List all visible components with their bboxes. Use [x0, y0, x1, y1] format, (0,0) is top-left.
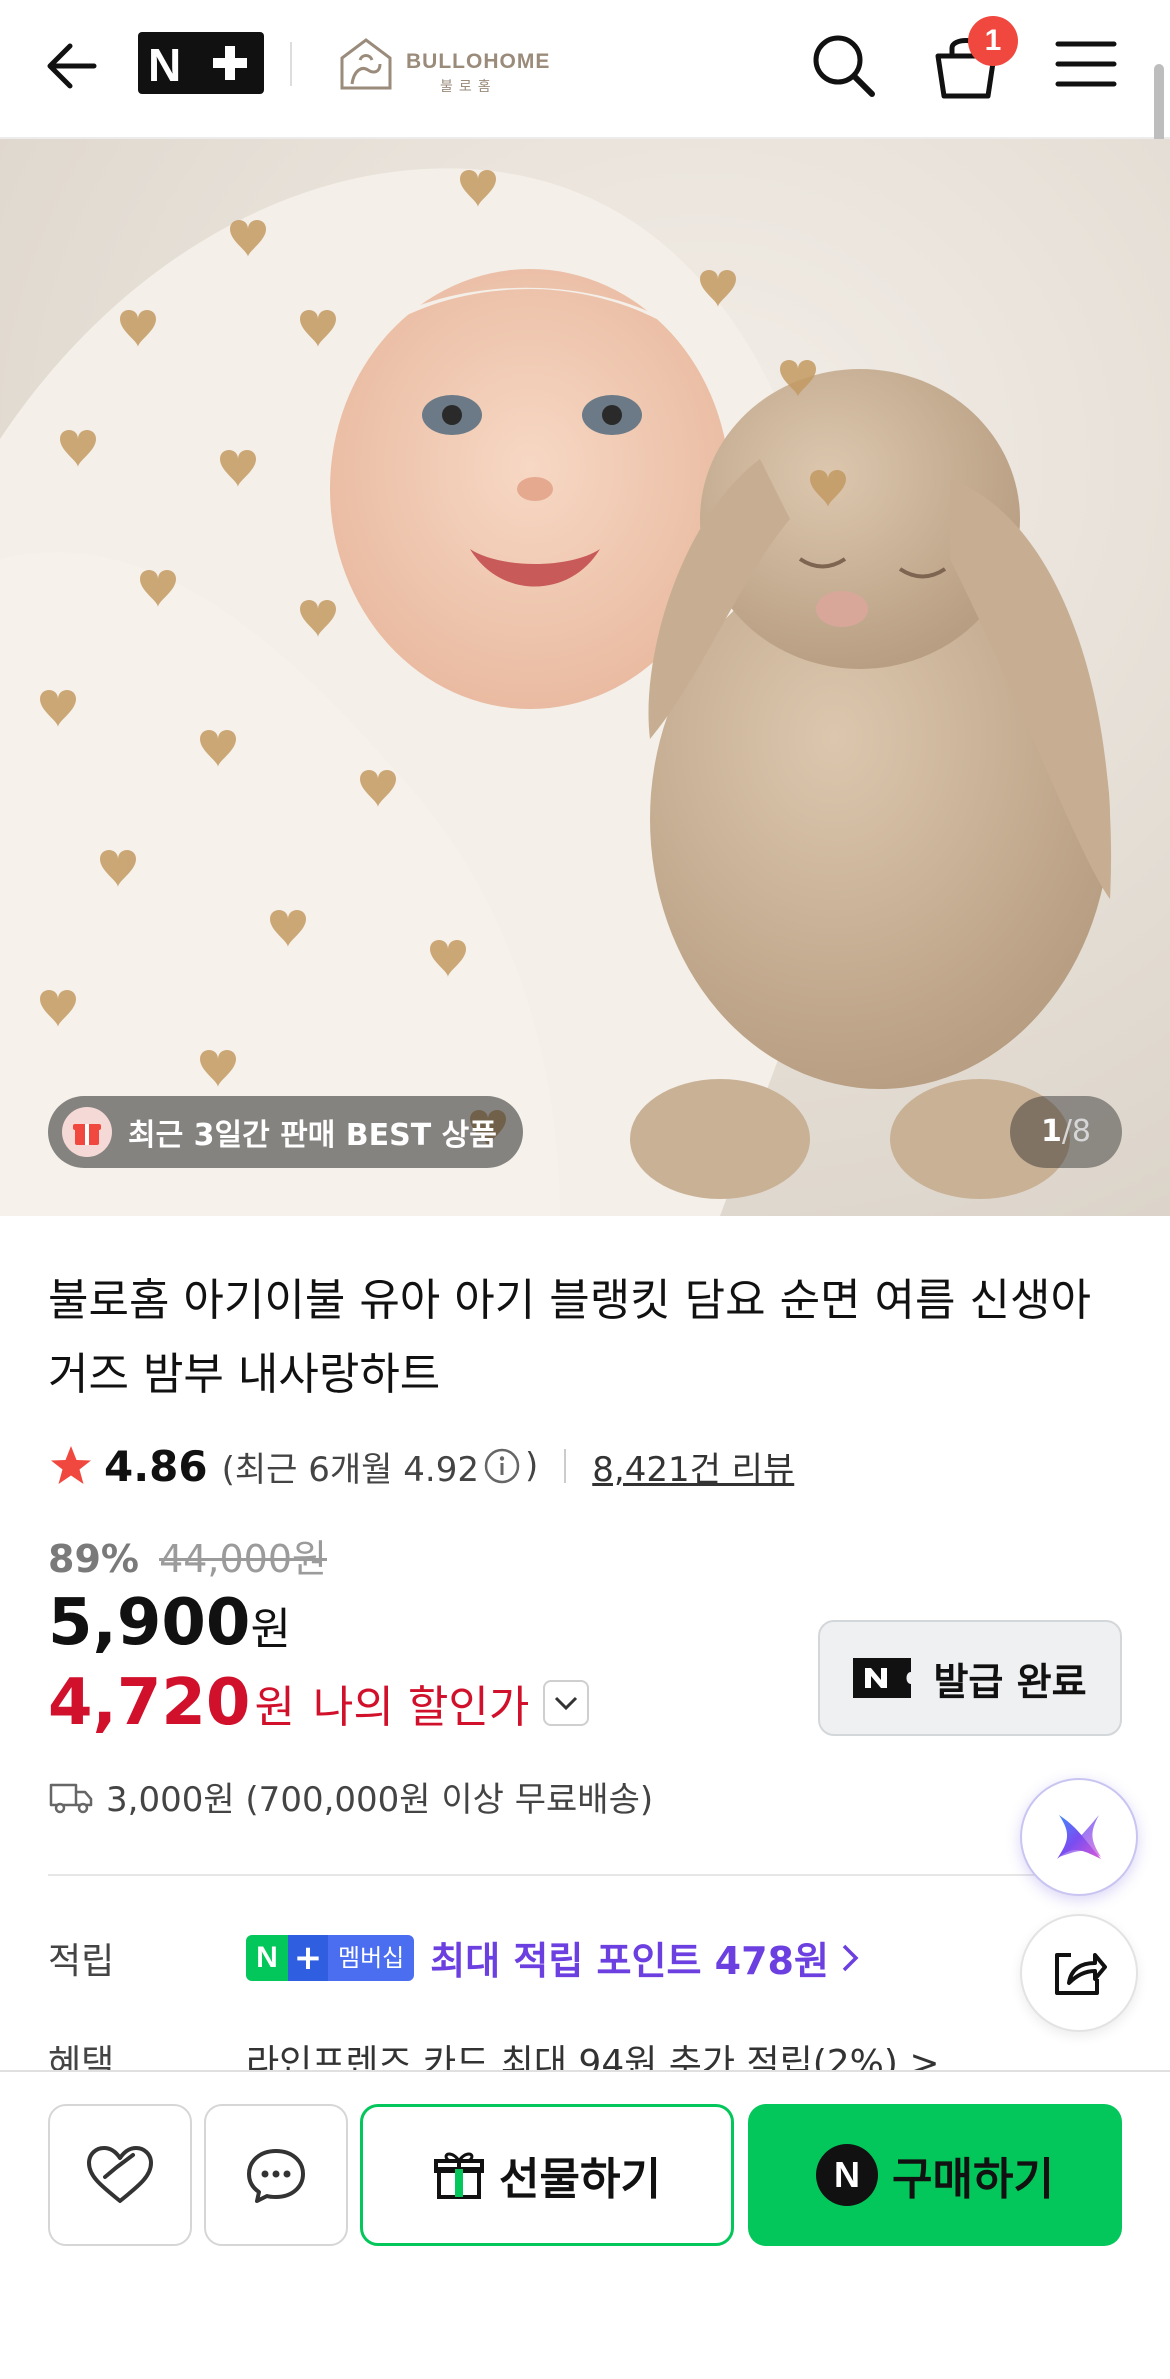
brand-house-icon	[340, 38, 392, 90]
coupon-status-label: 발급 완료	[933, 1659, 1087, 1704]
plus-icon	[204, 38, 256, 88]
coupon-issued-button[interactable]: 발급 완료	[818, 1620, 1122, 1736]
max-points-text: 최대 적립 포인트 478원	[430, 1939, 829, 1983]
my-discount-label: 나의 할인가	[312, 1682, 530, 1733]
brand-logo[interactable]: BULLOHOME 불로홈	[336, 30, 549, 98]
wishlist-button[interactable]	[48, 2104, 192, 2246]
top-header: N BULLOHOME 불로홈 1	[0, 0, 1170, 244]
product-photo	[0, 139, 1170, 1216]
review-count-link[interactable]: 8,421건 리뷰	[592, 1442, 794, 1491]
original-price: 44,000원	[159, 1537, 327, 1581]
nplus-logo-letter: N	[148, 39, 182, 91]
arrow-left-icon	[47, 43, 97, 89]
naver-plus-store-logo[interactable]: N	[138, 32, 264, 94]
points-row[interactable]: N + 멤버십 최대 적립 포인트 478원	[246, 1930, 863, 1985]
info-icon[interactable]	[483, 1447, 521, 1485]
shipping-info: 3,000원 (700,000원 이상 무료배송)	[48, 1772, 653, 1821]
shipping-text: 3,000원 (700,000원 이상 무료배송)	[106, 1780, 654, 1820]
bottom-action-bar: 선물하기 N 구매하기	[0, 2070, 1170, 2379]
gift-button[interactable]: 선물하기	[360, 2104, 734, 2246]
star-icon	[51, 1446, 91, 1484]
points-label: 적립	[48, 1941, 115, 1982]
discount-percent: 89%	[48, 1537, 139, 1581]
ai-assistant-button[interactable]	[1020, 1778, 1138, 1896]
discount-row: 89% 44,000원	[48, 1528, 327, 1583]
recent-rating-text: (최근 6개월 4.92	[221, 1449, 479, 1490]
membership-text: 멤버십	[328, 1934, 415, 1981]
best-seller-text: 최근 3일간 판매 BEST 상품	[128, 1118, 497, 1153]
share-button[interactable]	[1020, 1914, 1138, 2032]
recent-rating: (최근 6개월 4.92 )	[222, 1442, 539, 1491]
page-current: 1	[1040, 1114, 1062, 1149]
talktalk-inquiry-button[interactable]	[204, 2104, 348, 2246]
rating-value: 4.86	[104, 1441, 208, 1491]
my-discount-price: 4,720	[48, 1666, 251, 1740]
my-discount-price-unit: 원	[254, 1682, 295, 1733]
rating-row: 4.86 (최근 6개월 4.92 ) 8,421건 리뷰	[48, 1438, 794, 1494]
gift-icon	[62, 1107, 112, 1157]
menu-icon	[1055, 41, 1117, 87]
gift-box-icon	[434, 2152, 485, 2199]
share-icon	[1055, 1953, 1107, 1995]
buy-button-label: 구매하기	[892, 2154, 1054, 2205]
chevron-right-icon	[842, 1944, 859, 1971]
naver-plus-membership-badge: N + 멤버십	[246, 1934, 415, 1981]
price-row: 5,900원	[48, 1586, 291, 1660]
image-page-indicator: 1/8	[1010, 1096, 1122, 1168]
my-discount-price-row[interactable]: 4,720 원 나의 할인가	[48, 1666, 590, 1740]
gift-button-label: 선물하기	[499, 2154, 661, 2205]
price-detail-toggle[interactable]	[543, 1680, 590, 1726]
brand-name: BULLOHOME	[406, 50, 551, 73]
buy-button[interactable]: N 구매하기	[748, 2104, 1122, 2246]
menu-button[interactable]	[1054, 34, 1118, 94]
page-total: /8	[1061, 1114, 1092, 1149]
chat-bubble-icon	[247, 2149, 305, 2203]
naver-pay-n-icon: N	[816, 2144, 879, 2206]
membership-plus: +	[288, 1934, 328, 1981]
chevron-down-icon	[555, 1696, 578, 1711]
product-title: 불로홈 아기이불 유아 아기 블랭킷 담요 순면 여름 신생아 거즈 밤부 내사…	[48, 1275, 1091, 1400]
search-button[interactable]	[808, 30, 878, 100]
sale-price-unit: 원	[250, 1604, 291, 1655]
heart-check-icon	[87, 2146, 153, 2203]
naver-coupon-icon	[853, 1658, 912, 1698]
sale-price: 5,900	[48, 1586, 251, 1660]
best-seller-badge: 최근 3일간 판매 BEST 상품	[48, 1096, 523, 1168]
section-divider	[48, 1874, 1122, 1876]
cart-count-badge: 1	[968, 16, 1018, 66]
rating-separator	[564, 1449, 567, 1483]
search-icon	[813, 35, 875, 97]
product-image-carousel[interactable]: 최근 3일간 판매 BEST 상품 1/8	[0, 139, 1170, 1216]
recent-rating-close: )	[524, 1446, 539, 1486]
header-divider	[290, 42, 292, 86]
truck-icon	[49, 1783, 93, 1813]
ai-sparkle-icon	[1057, 1815, 1101, 1859]
back-button[interactable]	[40, 34, 104, 98]
brand-sub: 불로홈	[440, 79, 497, 95]
membership-n: N	[246, 1934, 288, 1981]
